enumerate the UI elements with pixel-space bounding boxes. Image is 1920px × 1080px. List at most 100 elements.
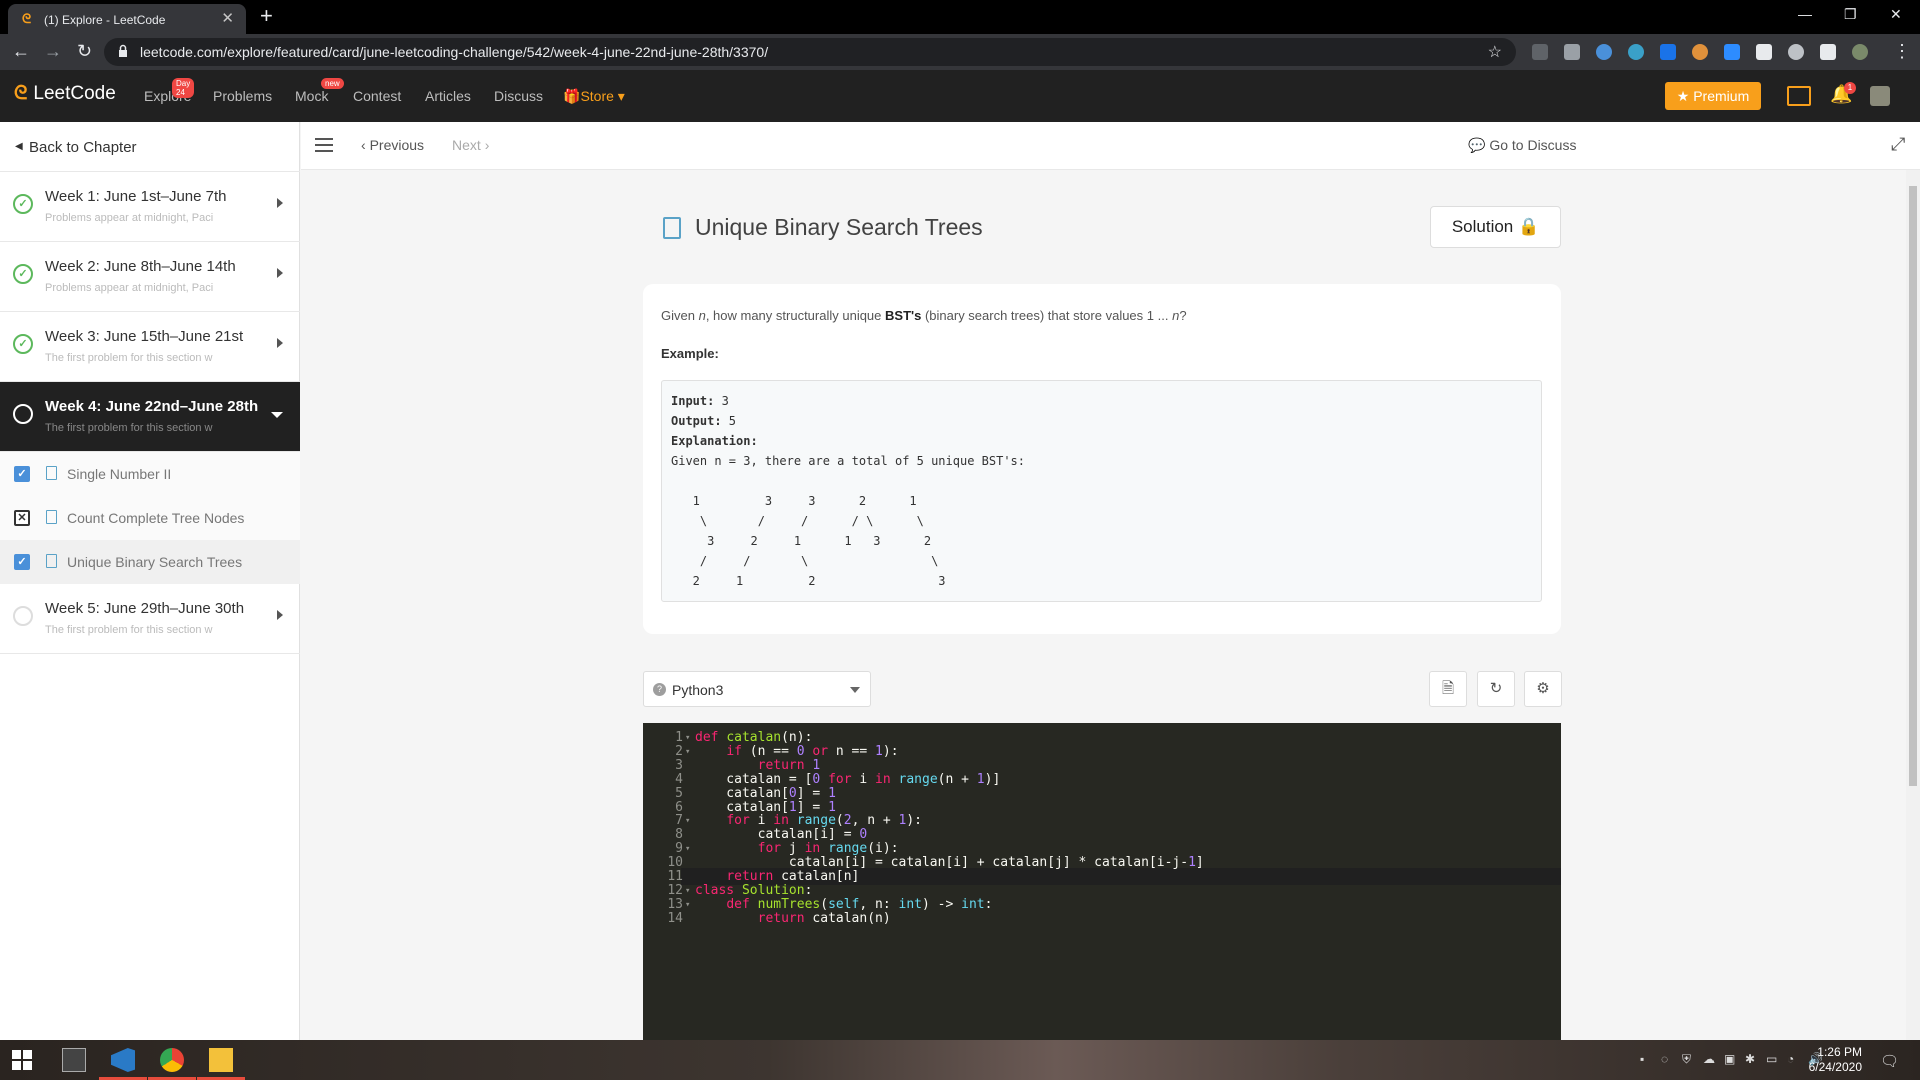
new-tab-icon[interactable]: + bbox=[260, 5, 273, 27]
week-title: Week 2: June 8th–June 14th bbox=[45, 258, 236, 275]
sidebar-week-2[interactable]: ✓ Week 2: June 8th–June 14th Problems ap… bbox=[0, 242, 300, 312]
retrieve-code-button[interactable]: 🗎 bbox=[1429, 671, 1467, 707]
tray-app-icon[interactable]: ▪ bbox=[1640, 1052, 1654, 1066]
browser-menu-icon[interactable]: ⋮ bbox=[1893, 41, 1911, 61]
scrollbar-thumb[interactable] bbox=[1909, 186, 1917, 786]
back-to-chapter-button[interactable]: ◀ Back to Chapter bbox=[0, 122, 300, 172]
forward-icon[interactable]: → bbox=[44, 41, 62, 61]
premium-button[interactable]: ★ Premium bbox=[1665, 82, 1761, 110]
back-icon[interactable]: ← bbox=[12, 41, 30, 61]
restore-icon[interactable]: ❐ bbox=[1844, 6, 1857, 23]
go-to-discuss-button[interactable]: 💬 Go to Discuss bbox=[1468, 137, 1576, 154]
logo-text: LeetCode bbox=[33, 83, 116, 104]
extension-zoom-icon[interactable] bbox=[1724, 44, 1740, 60]
tray-network-icon[interactable]: ◌ bbox=[1661, 1052, 1675, 1066]
file-explorer-app-icon[interactable] bbox=[209, 1048, 233, 1072]
extension-chart-icon[interactable] bbox=[1532, 44, 1548, 60]
sidebar-problem-unique-binary-search-trees[interactable]: ✓ Unique Binary Search Trees bbox=[0, 540, 300, 584]
tray-shield-icon[interactable]: ⛨ bbox=[1682, 1052, 1696, 1066]
extension-target-icon[interactable] bbox=[1788, 44, 1804, 60]
nav-articles[interactable]: Articles bbox=[425, 88, 471, 104]
extension-s-icon[interactable] bbox=[1660, 44, 1676, 60]
caret-right-icon bbox=[277, 338, 283, 348]
sidebar-problem-single-number-ii[interactable]: ✓ Single Number II bbox=[0, 452, 300, 496]
language-select[interactable]: ? Python3 bbox=[643, 671, 871, 707]
nav-store[interactable]: 🎁Store ▾ bbox=[563, 88, 625, 105]
editor-settings-button[interactable]: ⚙ bbox=[1524, 671, 1562, 707]
previous-button[interactable]: ‹ Previous bbox=[361, 137, 424, 153]
gift-icon: 🎁 bbox=[563, 88, 581, 104]
tray-display-icon[interactable]: ▭ bbox=[1766, 1052, 1780, 1066]
sidebar-week-4[interactable]: Week 4: June 22nd–June 28th The first pr… bbox=[0, 382, 300, 452]
fold-toggle-icon[interactable]: ▾ bbox=[685, 744, 690, 761]
tab-title: (1) Explore - LeetCode bbox=[44, 13, 166, 27]
checked-checkbox-icon: ✓ bbox=[14, 554, 30, 570]
solution-button[interactable]: Solution 🔒 bbox=[1430, 206, 1561, 248]
sidebar-week-3[interactable]: ✓ Week 3: June 15th–June 21st The first … bbox=[0, 312, 300, 382]
reset-code-button[interactable]: ↻ bbox=[1477, 671, 1515, 707]
tray-wifi-icon[interactable]: ◔ bbox=[1787, 1052, 1801, 1066]
action-center-icon[interactable]: 🗨 bbox=[1880, 1052, 1899, 1070]
extension-gmail-icon[interactable] bbox=[1756, 44, 1772, 60]
chapter-sidebar: ◀ Back to Chapter ✓ Week 1: June 1st–Jun… bbox=[0, 122, 300, 1040]
bookmark-star-icon[interactable]: ☆ bbox=[1488, 42, 1502, 62]
minimize-icon[interactable]: — bbox=[1798, 6, 1812, 22]
next-button[interactable]: Next › bbox=[452, 137, 489, 153]
sidebar-problem-count-complete-tree-nodes[interactable]: ✕ Count Complete Tree Nodes bbox=[0, 496, 300, 540]
address-bar: ← → ↻ leetcode.com/explore/featured/card… bbox=[0, 34, 1920, 70]
taskbar-clock[interactable]: 1:26 PM 6/24/2020 bbox=[1809, 1045, 1862, 1075]
solution-label: Solution bbox=[1451, 217, 1514, 236]
caret-right-icon bbox=[277, 610, 283, 620]
extension-react-icon[interactable] bbox=[1596, 44, 1612, 60]
sidebar-week-5[interactable]: Week 5: June 29th–June 30th The first pr… bbox=[0, 584, 300, 654]
leetcode-logo[interactable]: ᘓ LeetCode bbox=[14, 83, 116, 105]
extension-camera-icon[interactable] bbox=[1564, 44, 1580, 60]
extensions-puzzle-icon[interactable] bbox=[1820, 44, 1836, 60]
nav-problems[interactable]: Problems bbox=[213, 88, 272, 104]
playground-terminal-icon[interactable] bbox=[1787, 86, 1811, 106]
terminal-app-icon[interactable] bbox=[62, 1048, 86, 1072]
tray-bluetooth-icon[interactable]: ✱ bbox=[1745, 1052, 1759, 1066]
example-line: 3 2 1 1 3 2 bbox=[671, 534, 932, 548]
extension-circle-icon[interactable] bbox=[1628, 44, 1644, 60]
chevron-left-icon: ‹ bbox=[361, 137, 370, 153]
tray-vpn-icon[interactable]: ▣ bbox=[1724, 1052, 1738, 1066]
week-subtitle: Problems appear at midnight, Paci bbox=[45, 212, 214, 224]
user-avatar[interactable] bbox=[1870, 86, 1890, 106]
failed-checkbox-icon: ✕ bbox=[14, 510, 30, 526]
vscode-app-icon[interactable] bbox=[111, 1048, 135, 1072]
example-line: Explanation: bbox=[671, 434, 758, 448]
code-file-icon bbox=[663, 217, 681, 239]
premium-label: Premium bbox=[1693, 88, 1750, 104]
week-subtitle: The first problem for this section w bbox=[45, 624, 213, 636]
menu-hamburger-icon[interactable] bbox=[315, 138, 333, 152]
week-title: Week 3: June 15th–June 21st bbox=[45, 328, 244, 345]
extension-owl-icon[interactable] bbox=[1692, 44, 1708, 60]
tray-cloud-icon[interactable]: ☁ bbox=[1703, 1052, 1717, 1066]
url-omnibox[interactable]: leetcode.com/explore/featured/card/june-… bbox=[104, 38, 1516, 66]
browser-tab[interactable]: ᘓ (1) Explore - LeetCode ✕ bbox=[8, 4, 246, 34]
tab-close-icon[interactable]: ✕ bbox=[221, 9, 234, 27]
nav-explore[interactable]: Explore Day 24 bbox=[144, 78, 195, 104]
sidebar-week-1[interactable]: ✓ Week 1: June 1st–June 7th Problems app… bbox=[0, 172, 300, 242]
code-editor[interactable]: 1 ▾ def catalan(n): 2 ▾ if (n == 0 or n == 1… bbox=[643, 723, 1561, 1040]
fold-toggle-icon[interactable]: ▾ bbox=[685, 813, 690, 830]
fold-toggle-icon[interactable]: ▾ bbox=[685, 897, 690, 914]
expand-icon[interactable]: ⤢ bbox=[1891, 134, 1905, 155]
comments-icon: 💬 bbox=[1468, 137, 1490, 153]
chrome-app-icon[interactable] bbox=[160, 1048, 184, 1072]
week-title: Week 5: June 29th–June 30th bbox=[45, 600, 245, 617]
window-close-icon[interactable]: ✕ bbox=[1890, 6, 1902, 23]
problem-description-card: Given n, how many structurally unique BS… bbox=[643, 284, 1561, 634]
nav-discuss[interactable]: Discuss bbox=[494, 88, 543, 104]
page-scrollbar[interactable] bbox=[1906, 170, 1920, 1040]
example-line: Input: 3 bbox=[671, 394, 729, 408]
clock-date: 6/24/2020 bbox=[1808, 1060, 1862, 1074]
nav-contest[interactable]: Contest bbox=[353, 88, 401, 104]
nav-mock[interactable]: Mock new bbox=[295, 78, 344, 104]
fold-toggle-icon[interactable]: ▾ bbox=[685, 841, 690, 858]
reload-icon[interactable]: ↻ bbox=[77, 41, 92, 61]
profile-avatar[interactable] bbox=[1852, 44, 1868, 60]
caret-right-icon bbox=[277, 198, 283, 208]
windows-start-icon[interactable] bbox=[12, 1050, 32, 1070]
